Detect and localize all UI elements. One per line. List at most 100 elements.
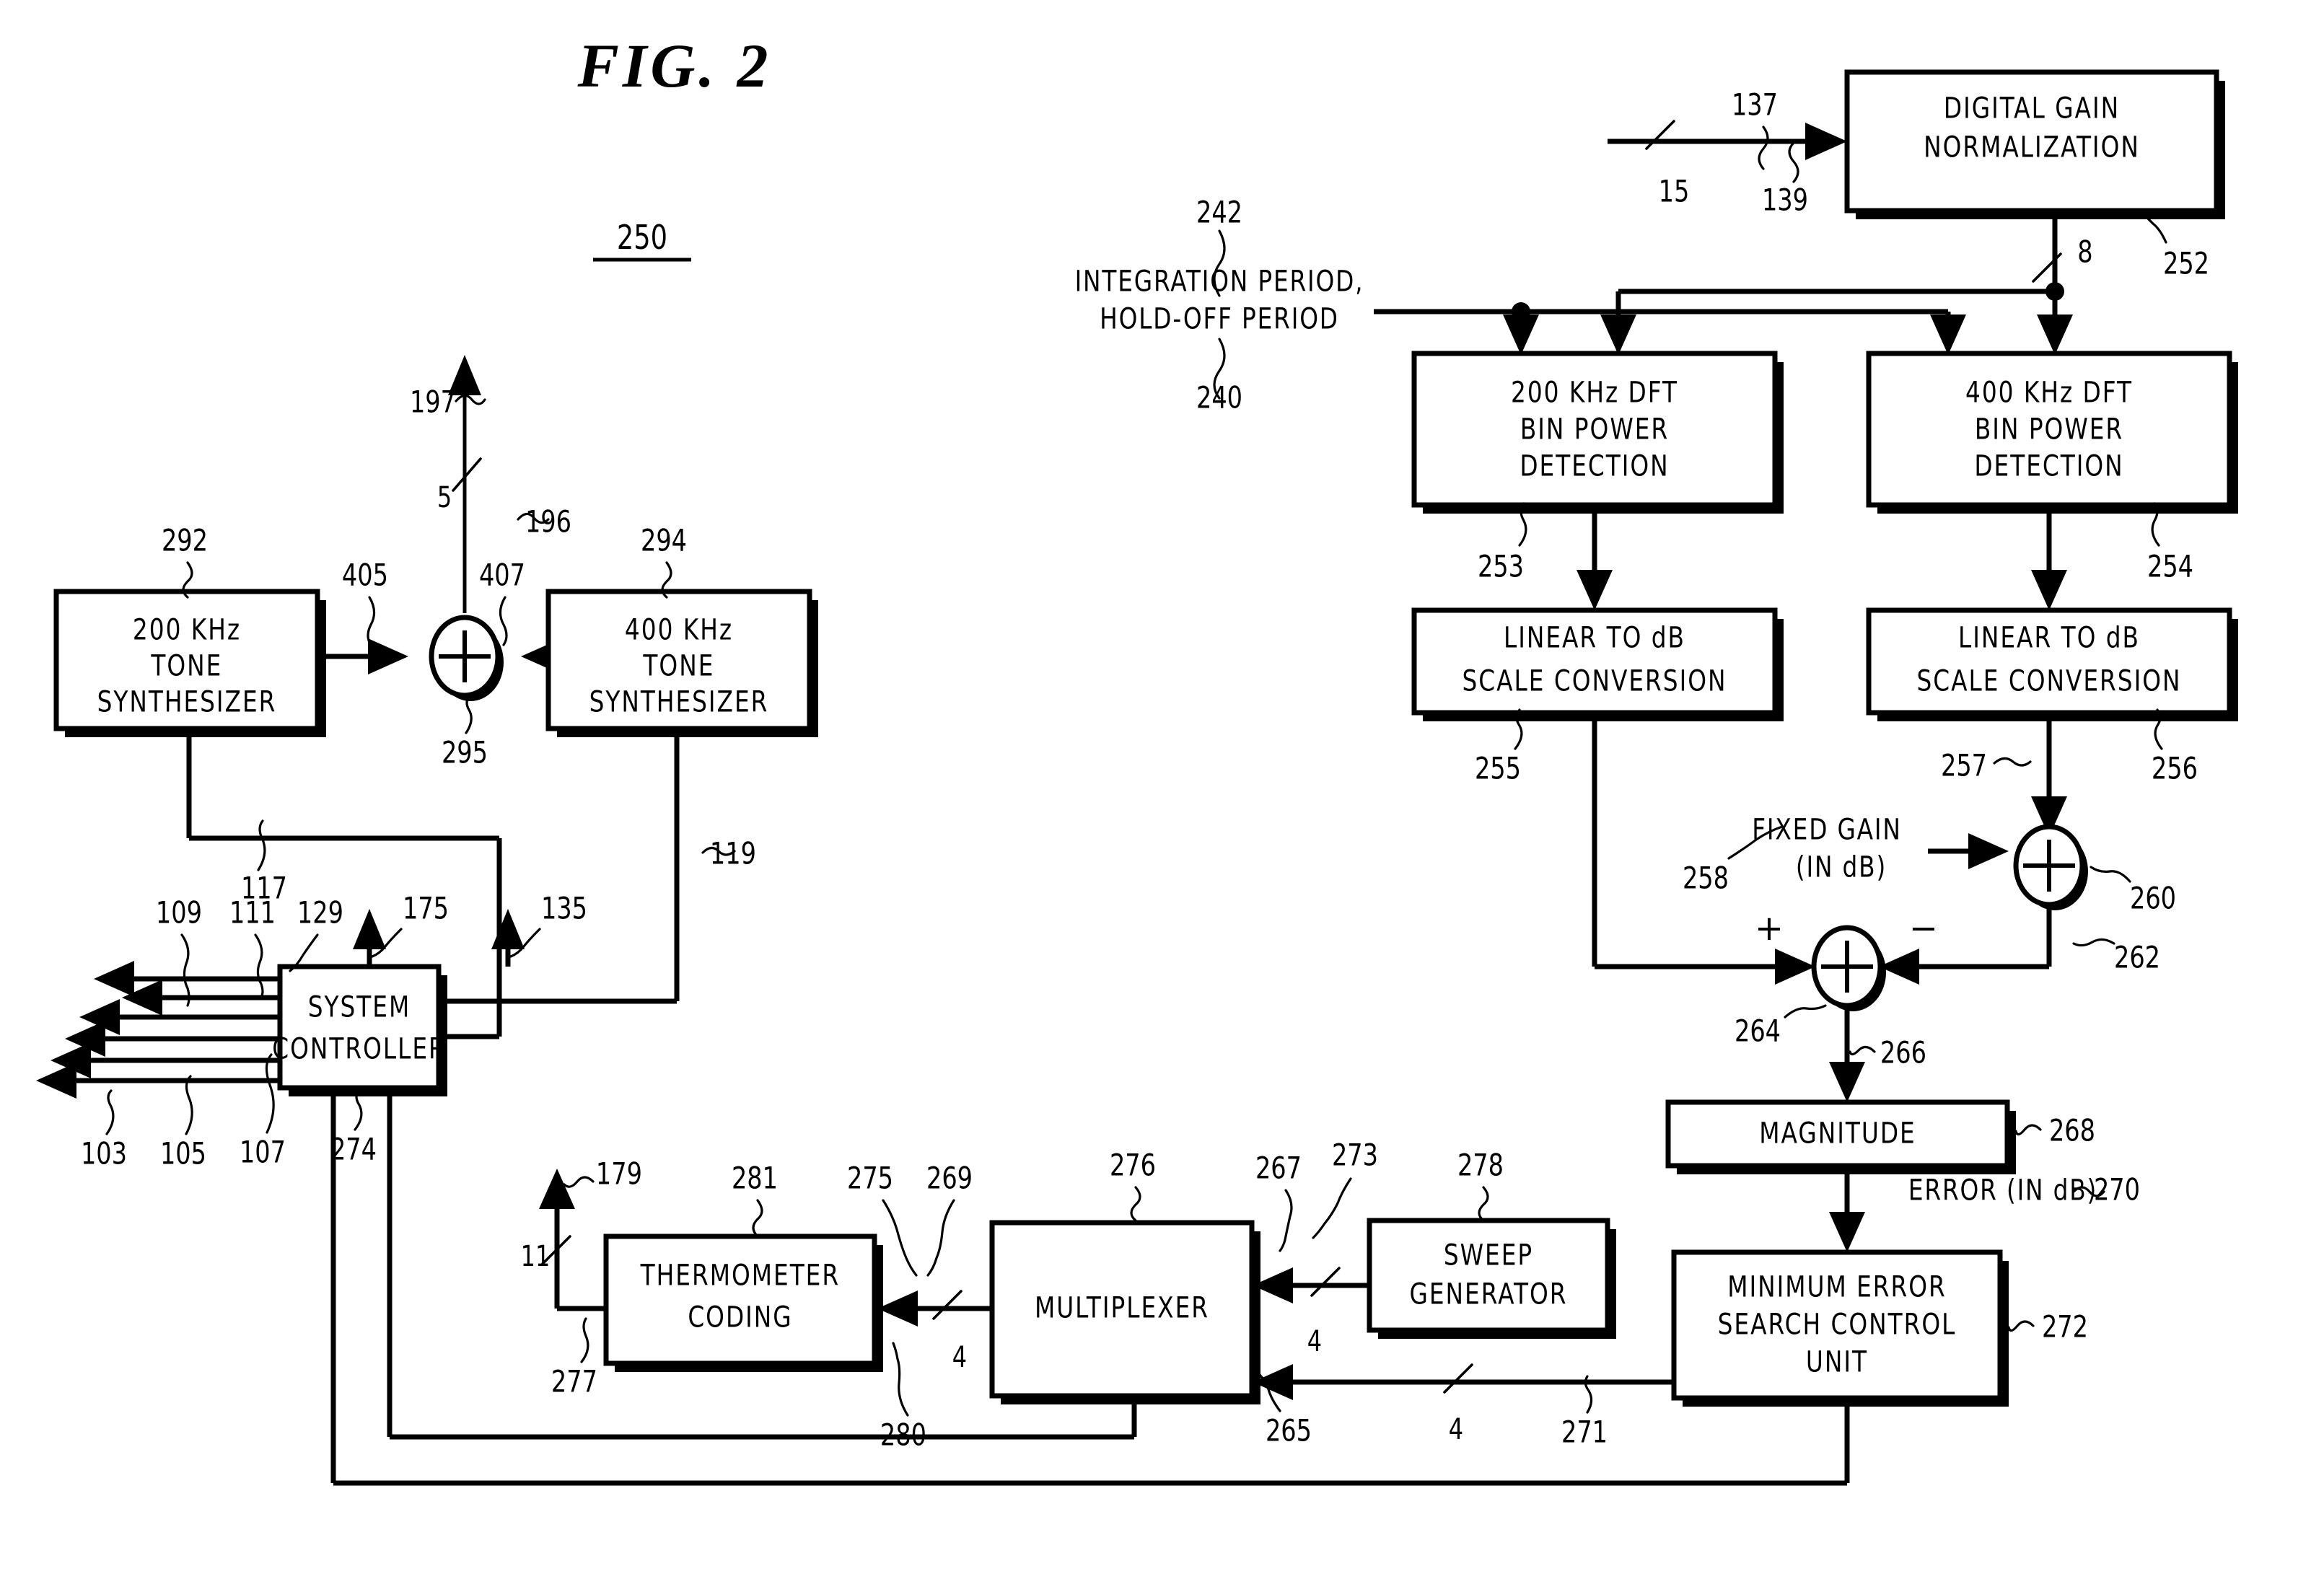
ref-274: 274	[330, 1132, 377, 1167]
block-label-line1: MULTIPLEXER	[1035, 1290, 1209, 1324]
block-label-line1: 400 KHz DFT	[1965, 375, 2133, 409]
ref-135: 135	[541, 891, 587, 926]
block-label-line2: SCALE CONVERSION	[1463, 664, 1727, 698]
arrowhead-output-103	[36, 1063, 76, 1099]
leader-197	[455, 394, 486, 405]
arrowhead-253	[1577, 570, 1613, 610]
block-label-line2: TONE	[643, 648, 715, 682]
leader-277	[580, 1317, 589, 1363]
leader-405	[367, 596, 376, 646]
leader-273	[1312, 1177, 1352, 1239]
leader-278	[1478, 1186, 1489, 1222]
ref-107: 107	[240, 1135, 286, 1170]
ref-117: 117	[241, 871, 287, 906]
arrowhead-sum295-left	[368, 638, 408, 674]
leader-281	[752, 1199, 763, 1238]
arrowhead-output-179	[539, 1169, 575, 1209]
leader-275	[882, 1199, 918, 1277]
summing-node-260	[2013, 824, 2088, 910]
bus-slash-269	[932, 1290, 963, 1320]
ref-272: 272	[2042, 1309, 2088, 1345]
leader-139	[1788, 141, 1799, 183]
ref-129: 129	[297, 895, 343, 931]
ref-252: 252	[2163, 246, 2209, 281]
block-multiplexer[interactable]: MULTIPLEXER	[989, 1220, 1260, 1404]
block-label-line2: BIN POWER	[1520, 412, 1669, 446]
leader-107	[265, 1053, 275, 1134]
block-dft-400khz[interactable]: 400 KHz DFT BIN POWER DETECTION	[1866, 351, 2238, 514]
block-tone-synthesizer-400khz[interactable]: 400 KHz TONE SYNTHESIZER	[545, 589, 818, 737]
leader-179	[563, 1176, 595, 1188]
ref-275: 275	[847, 1161, 893, 1196]
block-label-line2: TONE	[151, 648, 223, 682]
block-label-line1: THERMOMETER	[640, 1258, 840, 1292]
summing-node-264	[1811, 925, 1886, 1011]
ref-bus-4-minerr: 4	[1449, 1412, 1463, 1446]
ref-265: 265	[1266, 1413, 1312, 1448]
figure-title: FIG. 2	[577, 31, 772, 100]
block-label-line3: DETECTION	[1974, 449, 2123, 483]
leader-266	[1849, 1045, 1876, 1056]
ref-179: 179	[596, 1156, 642, 1192]
block-label-line1: 200 KHz	[133, 612, 241, 646]
ref-258: 258	[1683, 861, 1729, 896]
block-label-line1: LINEAR TO dB	[1504, 620, 1685, 654]
block-digital-gain-normalization[interactable]: DIGITAL GAIN NORMALIZATION	[1844, 69, 2225, 219]
block-magnitude[interactable]: MAGNITUDE	[1665, 1099, 2016, 1174]
leader-262	[2072, 938, 2115, 947]
block-tone-synthesizer-200khz[interactable]: 200 KHz TONE SYNTHESIZER	[53, 589, 326, 737]
block-minimum-error-search-control-unit[interactable]: MINIMUM ERROR SEARCH CONTROL UNIT	[1671, 1249, 2009, 1407]
leader-276	[1130, 1186, 1141, 1222]
ref-257: 257	[1941, 748, 1987, 783]
ref-269: 269	[926, 1161, 973, 1196]
leader-272	[2007, 1320, 2035, 1332]
block-dft-200khz[interactable]: 200 KHz DFT BIN POWER DETECTION	[1411, 351, 1784, 514]
arrowhead-output-175	[353, 909, 386, 949]
ref-262: 262	[2114, 940, 2160, 975]
ref-105: 105	[160, 1136, 206, 1171]
ref-407: 407	[479, 558, 525, 593]
leader-109	[180, 933, 190, 1007]
ref-139: 139	[1762, 182, 1808, 218]
block-linear-to-db-left[interactable]: LINEAR TO dB SCALE CONVERSION	[1411, 607, 1784, 721]
ref-278: 278	[1457, 1148, 1504, 1183]
ref-196: 196	[525, 504, 571, 540]
figure-reference-number: 250	[617, 218, 667, 257]
block-label-line2: CONTROLLER	[272, 1032, 447, 1065]
leader-103	[105, 1089, 115, 1135]
arrowhead-thermometer-in	[877, 1290, 918, 1327]
leader-117	[257, 819, 266, 871]
bus-slash-273	[1310, 1267, 1341, 1297]
arrowhead-254	[2031, 570, 2067, 610]
ref-bus-5: 5	[437, 480, 452, 514]
leader-267	[1279, 1189, 1293, 1252]
block-label-line2: GENERATOR	[1409, 1277, 1567, 1311]
block-system-controller[interactable]: SYSTEM CONTROLLER	[272, 964, 447, 1096]
ref-8: 8	[2077, 234, 2092, 270]
block-sweep-generator[interactable]: SWEEP GENERATOR	[1367, 1218, 1616, 1339]
ref-256: 256	[2152, 751, 2198, 786]
sign-plus-264: +	[1755, 908, 1784, 949]
block-label-line3: UNIT	[1806, 1345, 1868, 1378]
arrowhead-output-129	[94, 961, 134, 997]
block-label-line1: MAGNITUDE	[1759, 1116, 1916, 1150]
block-label-line2: NORMALIZATION	[1924, 130, 2140, 164]
ref-281: 281	[732, 1161, 778, 1196]
block-label-line1: DIGITAL GAIN	[1944, 91, 2120, 125]
ref-109: 109	[156, 895, 202, 931]
block-label-line2: BIN POWER	[1975, 412, 2123, 446]
block-linear-to-db-right[interactable]: LINEAR TO dB SCALE CONVERSION	[1866, 607, 2238, 721]
ref-273: 273	[1332, 1138, 1378, 1173]
ref-242: 242	[1196, 195, 1242, 230]
arrowhead-min-error-in	[1829, 1212, 1865, 1252]
ref-267: 267	[1255, 1151, 1302, 1186]
ref-276: 276	[1110, 1148, 1156, 1183]
ref-295: 295	[442, 735, 488, 770]
block-label-line2: SEARCH CONTROL	[1718, 1307, 1957, 1341]
annotation-integration-period-line2: HOLD-OFF PERIOD	[1100, 302, 1339, 335]
block-label-line1: 200 KHz DFT	[1511, 375, 1678, 409]
ref-175: 175	[403, 891, 449, 926]
block-label-line3: DETECTION	[1520, 449, 1669, 483]
block-thermometer-coding[interactable]: THERMOMETER CODING	[603, 1233, 883, 1372]
annotation-fixed-gain-line2: (IN dB)	[1796, 850, 1887, 884]
